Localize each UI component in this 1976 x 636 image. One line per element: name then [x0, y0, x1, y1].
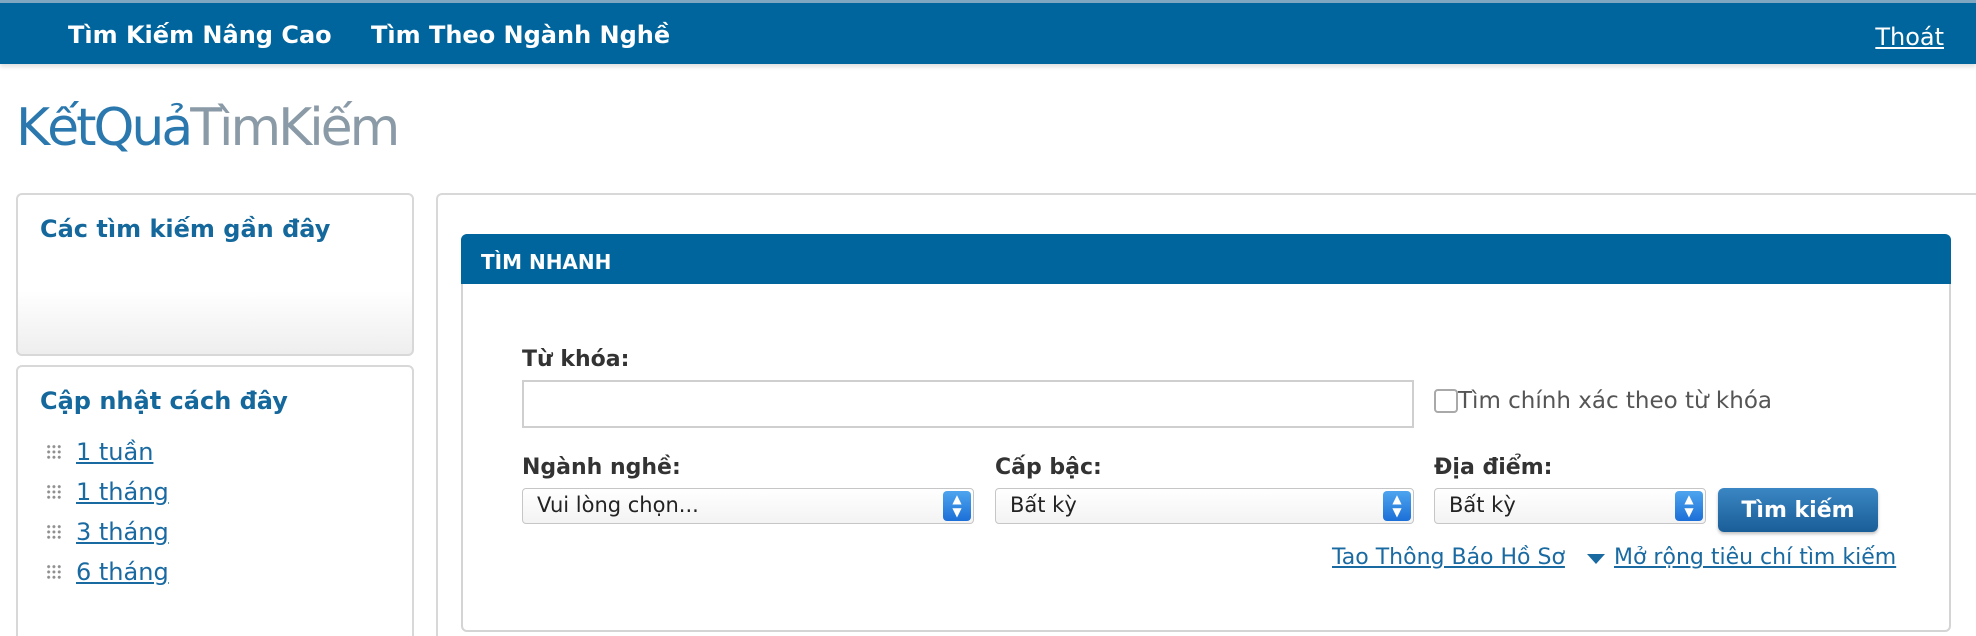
updated-since-title: Cập nhật cách đây	[40, 387, 288, 415]
list-item: 3 tháng	[44, 517, 169, 547]
expand-criteria-link[interactable]: Mở rộng tiêu chí tìm kiếm	[1614, 545, 1896, 570]
logout-link[interactable]: Thoát	[1875, 23, 1944, 51]
location-select-value: Bất kỳ	[1449, 493, 1516, 517]
quick-search-title: TÌM NHANH	[481, 250, 612, 274]
recent-searches-title: Các tìm kiếm gần đây	[40, 215, 331, 243]
search-button[interactable]: Tìm kiếm	[1718, 488, 1878, 532]
level-label: Cấp bậc:	[995, 455, 1102, 480]
exact-match-label: Tìm chính xác theo từ khóa	[1458, 388, 1772, 414]
page-title: KếtQuảTìmKiếm	[16, 98, 400, 158]
updated-since-panel: Cập nhật cách đây 1 tuần 1 tháng 3 tháng…	[16, 365, 414, 636]
industry-select[interactable]: Vui lòng chọn... ▲ ▼	[522, 488, 974, 524]
grid-bullet-icon	[44, 562, 64, 582]
page-title-part2: TìmKiếm	[190, 98, 400, 158]
location-select[interactable]: Bất kỳ ▲ ▼	[1434, 488, 1706, 524]
keyword-input[interactable]	[522, 380, 1414, 428]
create-profile-alert-link[interactable]: Tao Thông Báo Hồ Sơ	[1332, 545, 1565, 570]
nav-advanced-search[interactable]: Tìm Kiếm Nâng Cao	[68, 21, 332, 49]
select-updown-icon: ▲ ▼	[1675, 491, 1703, 521]
page-title-part1: KếtQuả	[16, 98, 193, 158]
industry-select-value: Vui lòng chọn...	[537, 493, 699, 517]
industry-label: Ngành nghề:	[522, 455, 681, 480]
updated-3-months-link[interactable]: 3 tháng	[76, 518, 169, 546]
quick-search-panel: TÌM NHANH	[461, 234, 1951, 632]
updated-1-month-link[interactable]: 1 tháng	[76, 478, 169, 506]
updated-1-week-link[interactable]: 1 tuần	[76, 438, 153, 466]
select-updown-icon: ▲ ▼	[943, 491, 971, 521]
list-item: 1 tuần	[44, 437, 153, 467]
recent-searches-panel: Các tìm kiếm gần đây	[16, 193, 414, 356]
nav-search-by-industry[interactable]: Tìm Theo Ngành Nghề	[371, 21, 670, 49]
keyword-label: Từ khóa:	[522, 347, 630, 372]
location-label: Địa điểm:	[1434, 455, 1553, 480]
exact-match-option[interactable]: Tìm chính xác theo từ khóa	[1434, 388, 1772, 414]
grid-bullet-icon	[44, 522, 64, 542]
top-nav-bar: Tìm Kiếm Nâng Cao Tìm Theo Ngành Nghề Th…	[0, 0, 1976, 64]
grid-bullet-icon	[44, 442, 64, 462]
exact-match-checkbox[interactable]	[1434, 389, 1458, 413]
level-select-value: Bất kỳ	[1010, 493, 1077, 517]
select-updown-icon: ▲ ▼	[1383, 491, 1411, 521]
updated-6-months-link[interactable]: 6 tháng	[76, 558, 169, 586]
list-item: 6 tháng	[44, 557, 169, 587]
level-select[interactable]: Bất kỳ ▲ ▼	[995, 488, 1414, 524]
grid-bullet-icon	[44, 482, 64, 502]
triangle-down-icon[interactable]	[1587, 554, 1605, 564]
list-item: 1 tháng	[44, 477, 169, 507]
quick-search-header: TÌM NHANH	[461, 234, 1951, 284]
